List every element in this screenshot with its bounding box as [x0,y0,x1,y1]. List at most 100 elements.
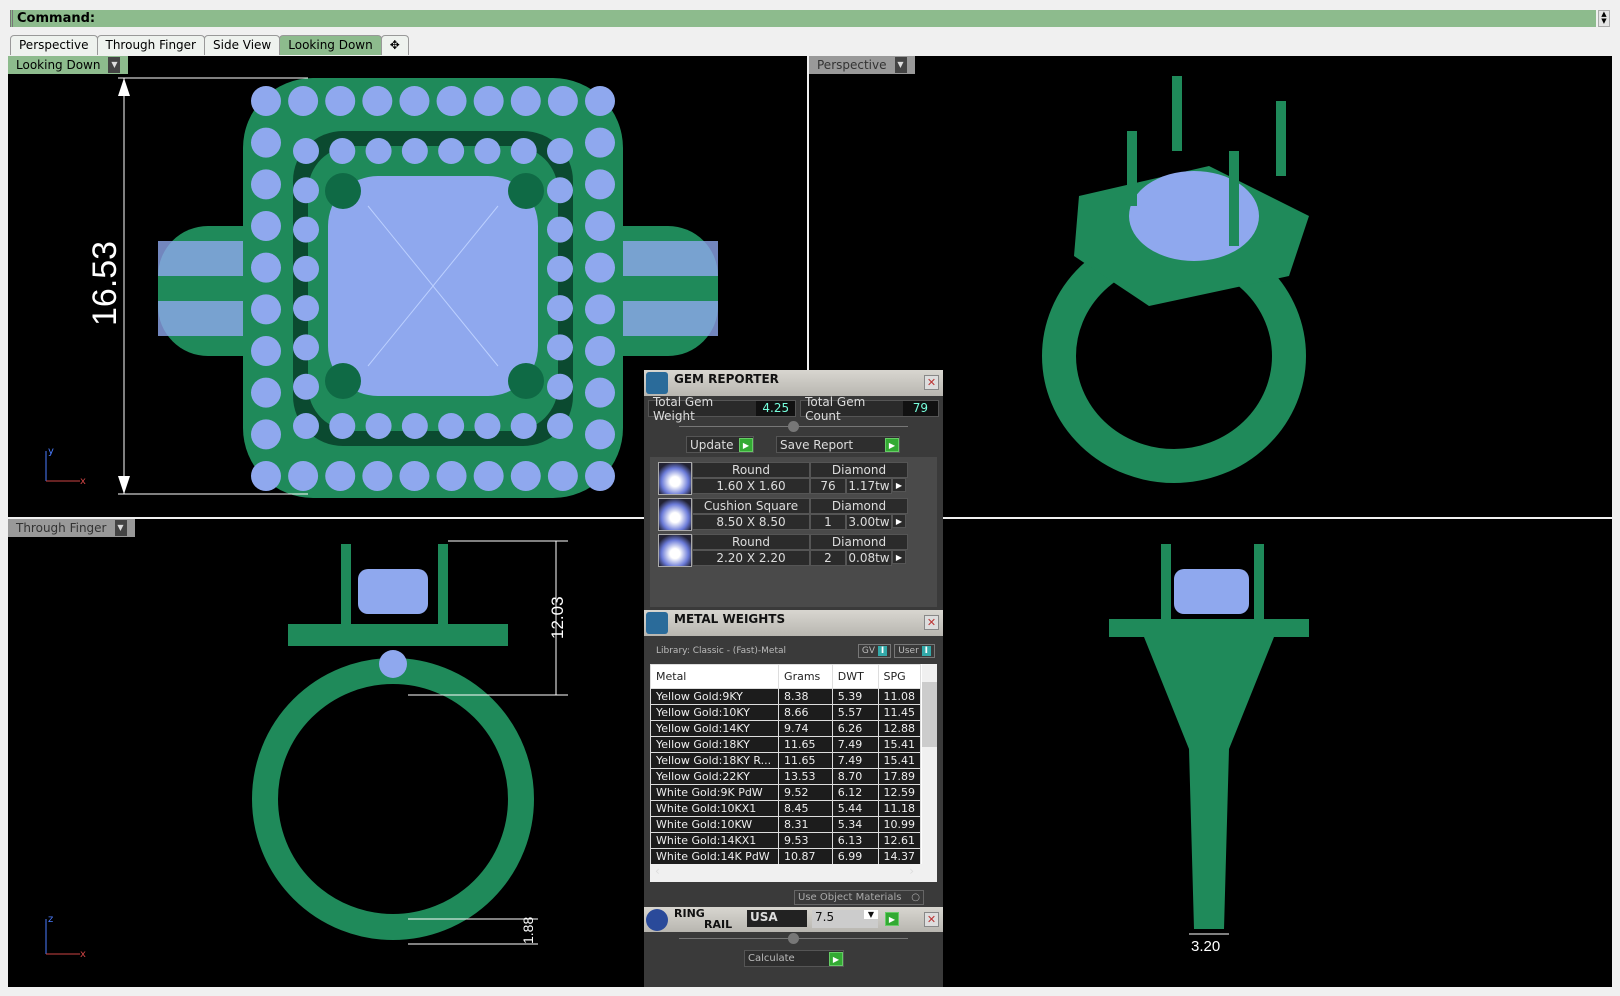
table-cell: 5.44 [831,800,879,817]
close-icon[interactable]: ✕ [924,912,939,927]
gem-select-button[interactable]: ▶ [892,478,906,492]
table-row[interactable]: Yellow Gold:22KY 13.53 8.70 17.89 [650,768,921,785]
table-cell: 8.38 [778,688,833,705]
table-cell: Yellow Gold:18KY R... [650,752,780,769]
viewport-label[interactable]: Perspective ▼ [809,56,915,74]
viewport-label[interactable]: Looking Down ▼ [8,56,129,74]
halo-gem [365,413,392,439]
table-row[interactable]: White Gold:14KX1 9.53 6.13 12.61 [650,832,921,849]
halo-gem [251,377,281,408]
halo-gem [585,294,615,325]
tab-perspective[interactable]: Perspective [10,35,98,55]
table-cell: 10.99 [877,816,921,833]
table-cell: 6.12 [831,784,879,801]
gem-list: Round Diamond 1.60 X 1.60 76 1.17tw ▶ Cushio… [650,457,937,607]
halo-gem [585,377,615,408]
table-cell: Yellow Gold:10KY [650,704,780,721]
play-icon: ▶ [739,437,753,452]
tab-side-view[interactable]: Side View [204,35,281,55]
tab-looking-down[interactable]: Looking Down [279,35,382,55]
table-cell: 7.49 [831,736,879,753]
table-cell: 14.37 [877,848,921,865]
table-row[interactable]: White Gold:14K PdW 10.87 6.99 14.37 [650,848,921,865]
table-row[interactable]: White Gold:10KW 8.31 5.34 10.99 [650,816,921,833]
command-line[interactable]: Command: [10,10,1596,27]
gem-select-button[interactable]: ▶ [892,550,906,564]
halo-gem [251,461,281,491]
table-cell: 13.53 [778,768,833,785]
chevron-down-icon[interactable]: ▼ [114,520,127,536]
gem-row[interactable]: Cushion Square Diamond 8.50 X 8.50 1 3.00tw… [658,498,929,531]
halo-gem [585,336,615,366]
chevron-down-icon[interactable]: ▼ [894,57,907,73]
ring-standard-field[interactable]: USA [747,910,807,927]
table-cell: 5.39 [831,688,879,705]
table-cell: 9.74 [778,720,833,737]
table-row[interactable]: Yellow Gold:9KY 8.38 5.39 11.08 [650,688,921,705]
viewport-label[interactable]: Through Finger ▼ [8,519,135,537]
dimension-shank-thickness: 1.88 [520,917,536,944]
gem-row[interactable]: Round Diamond 2.20 X 2.20 2 0.08tw ▶ [658,534,929,567]
table-cell: 11.65 [778,752,833,769]
add-tab-button[interactable]: ✥ [380,35,409,55]
chevron-down-icon[interactable]: ▼ [108,57,121,73]
table-row[interactable]: White Gold:9K PdW 9.52 6.12 12.59 [650,784,921,801]
apply-size-button[interactable]: ▶ [885,912,899,926]
halo-gem [325,461,356,491]
tab-through-finger[interactable]: Through Finger [96,35,205,55]
update-button[interactable]: Update ▶ [686,436,754,453]
table-row[interactable]: Yellow Gold:10KY 8.66 5.57 11.45 [650,704,921,721]
table-cell: 8.31 [778,816,833,833]
halo-gem [293,334,319,361]
dimension-head-height: 12.03 [548,596,567,639]
halo-gem [547,138,573,164]
user-toggle[interactable]: User I [894,644,935,658]
table-cell: Yellow Gold:9KY [650,688,780,705]
table-cell: 9.52 [778,784,833,801]
table-row[interactable]: Yellow Gold:14KY 9.74 6.26 12.88 [650,720,921,737]
halo-gem [293,413,319,439]
horizontal-scrollbar[interactable]: ‹ › [650,864,937,882]
halo-gem [293,216,319,243]
table-row[interactable]: Yellow Gold:18KY 11.65 7.49 15.41 [650,736,921,753]
table-cell: 12.61 [877,832,921,849]
halo-gem [401,413,428,439]
table-cell: 6.26 [831,720,879,737]
gem-row[interactable]: Round Diamond 1.60 X 1.60 76 1.17tw ▶ [658,462,929,495]
halo-gem [510,86,541,116]
dimension-shank-width: 3.20 [1191,938,1220,955]
gv-toggle[interactable]: GV I [857,644,892,658]
halo-gem [293,295,319,322]
halo-gem [510,413,537,439]
halo-gem [293,373,319,400]
halo-gem [473,86,504,116]
calculate-button[interactable]: Calculate ▶ [744,950,844,967]
vertical-scrollbar[interactable] [922,664,937,864]
close-icon[interactable]: ✕ [924,375,939,390]
viewport-label-text: Perspective [817,58,887,72]
halo-gem [251,211,281,241]
halo-gem [547,413,573,439]
halo-gem [510,461,541,491]
table-cell: White Gold:9K PdW [650,784,780,801]
table-row[interactable]: Yellow Gold:18KY R... 11.65 7.49 15.41 [650,752,921,769]
play-icon: ▶ [829,951,843,966]
halo-gem [547,373,573,400]
halo-gem [293,255,319,282]
table-cell: 6.99 [831,848,879,865]
halo-gem [510,138,537,164]
gem-thumbnail [658,462,692,495]
gem-select-button[interactable]: ▶ [892,514,906,528]
collapse-handle[interactable] [788,421,799,432]
halo-gem [474,413,501,439]
close-icon[interactable]: ✕ [924,615,939,630]
ring-size-select[interactable]: 7.5 ▼ [812,910,878,928]
use-object-materials-toggle[interactable]: Use Object Materials ○ [794,890,924,905]
command-scroll[interactable]: ▲ ▼ [1598,10,1610,27]
halo-gem [288,86,319,116]
table-row[interactable]: White Gold:10KX1 8.45 5.44 11.18 [650,800,921,817]
gem-reporter-icon [646,372,668,394]
expand-handle[interactable] [788,933,799,944]
save-report-button[interactable]: Save Report ▶ [776,436,900,453]
halo-gem [547,177,573,204]
